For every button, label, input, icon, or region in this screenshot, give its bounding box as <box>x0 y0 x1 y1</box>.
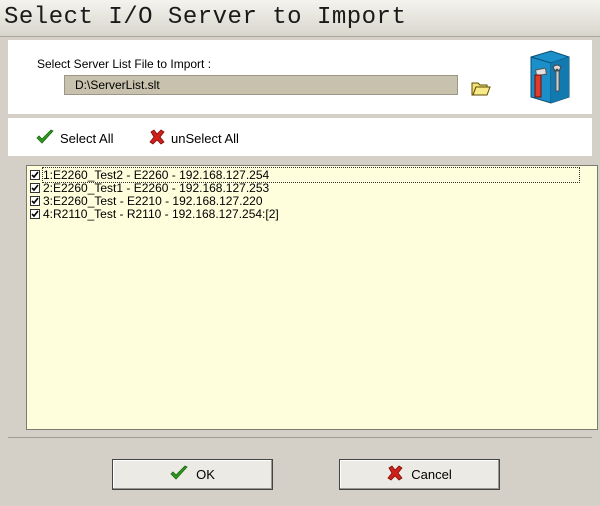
server-label: 4:R2110_Test - R2110 - 192.168.127.254:[… <box>43 206 279 221</box>
select-all-button[interactable]: Select All <box>36 128 113 148</box>
file-path-input[interactable] <box>64 75 458 95</box>
unselect-all-button[interactable]: unSelect All <box>149 128 239 148</box>
ok-label: OK <box>196 467 215 482</box>
green-check-icon <box>36 129 54 148</box>
server-list[interactable]: 1:E2260_Test2 - E2260 - 192.168.127.254 … <box>26 165 598 430</box>
server-checkbox[interactable] <box>30 195 40 206</box>
server-checkbox[interactable] <box>30 169 40 180</box>
server-label: 2:E2260_Test1 - E2260 - 192.168.127.253 <box>43 180 270 195</box>
server-label: 1:E2260_Test2 - E2260 - 192.168.127.254 <box>42 166 580 183</box>
folder-open-icon[interactable] <box>471 79 491 97</box>
ok-button[interactable]: OK <box>112 459 273 490</box>
red-x-icon <box>387 465 403 484</box>
server-label: 3:E2260_Test - E2210 - 192.168.127.220 <box>43 193 263 208</box>
unselect-all-label: unSelect All <box>171 130 239 146</box>
file-select-label: Select Server List File to Import : <box>37 57 212 71</box>
server-list-item[interactable]: 1:E2260_Test2 - E2260 - 192.168.127.254 <box>27 166 597 183</box>
red-x-icon <box>149 128 165 148</box>
green-check-icon <box>170 465 188 484</box>
server-checkbox[interactable] <box>30 182 40 193</box>
server-list-item[interactable]: 2:E2260_Test1 - E2260 - 192.168.127.253 <box>27 180 597 195</box>
server-list-item[interactable]: 3:E2260_Test - E2210 - 192.168.127.220 <box>27 193 597 208</box>
window-title: Select I/O Server to Import <box>4 4 407 31</box>
divider <box>8 437 592 438</box>
select-all-label: Select All <box>60 130 114 146</box>
server-checkbox[interactable] <box>30 208 40 219</box>
cancel-label: Cancel <box>411 467 452 482</box>
toolbox-icon <box>527 49 573 105</box>
server-list-item[interactable]: 4:R2110_Test - R2110 - 192.168.127.254:[… <box>27 206 597 221</box>
cancel-button[interactable]: Cancel <box>339 459 500 490</box>
title-bar[interactable]: Select I/O Server to Import <box>0 0 600 37</box>
